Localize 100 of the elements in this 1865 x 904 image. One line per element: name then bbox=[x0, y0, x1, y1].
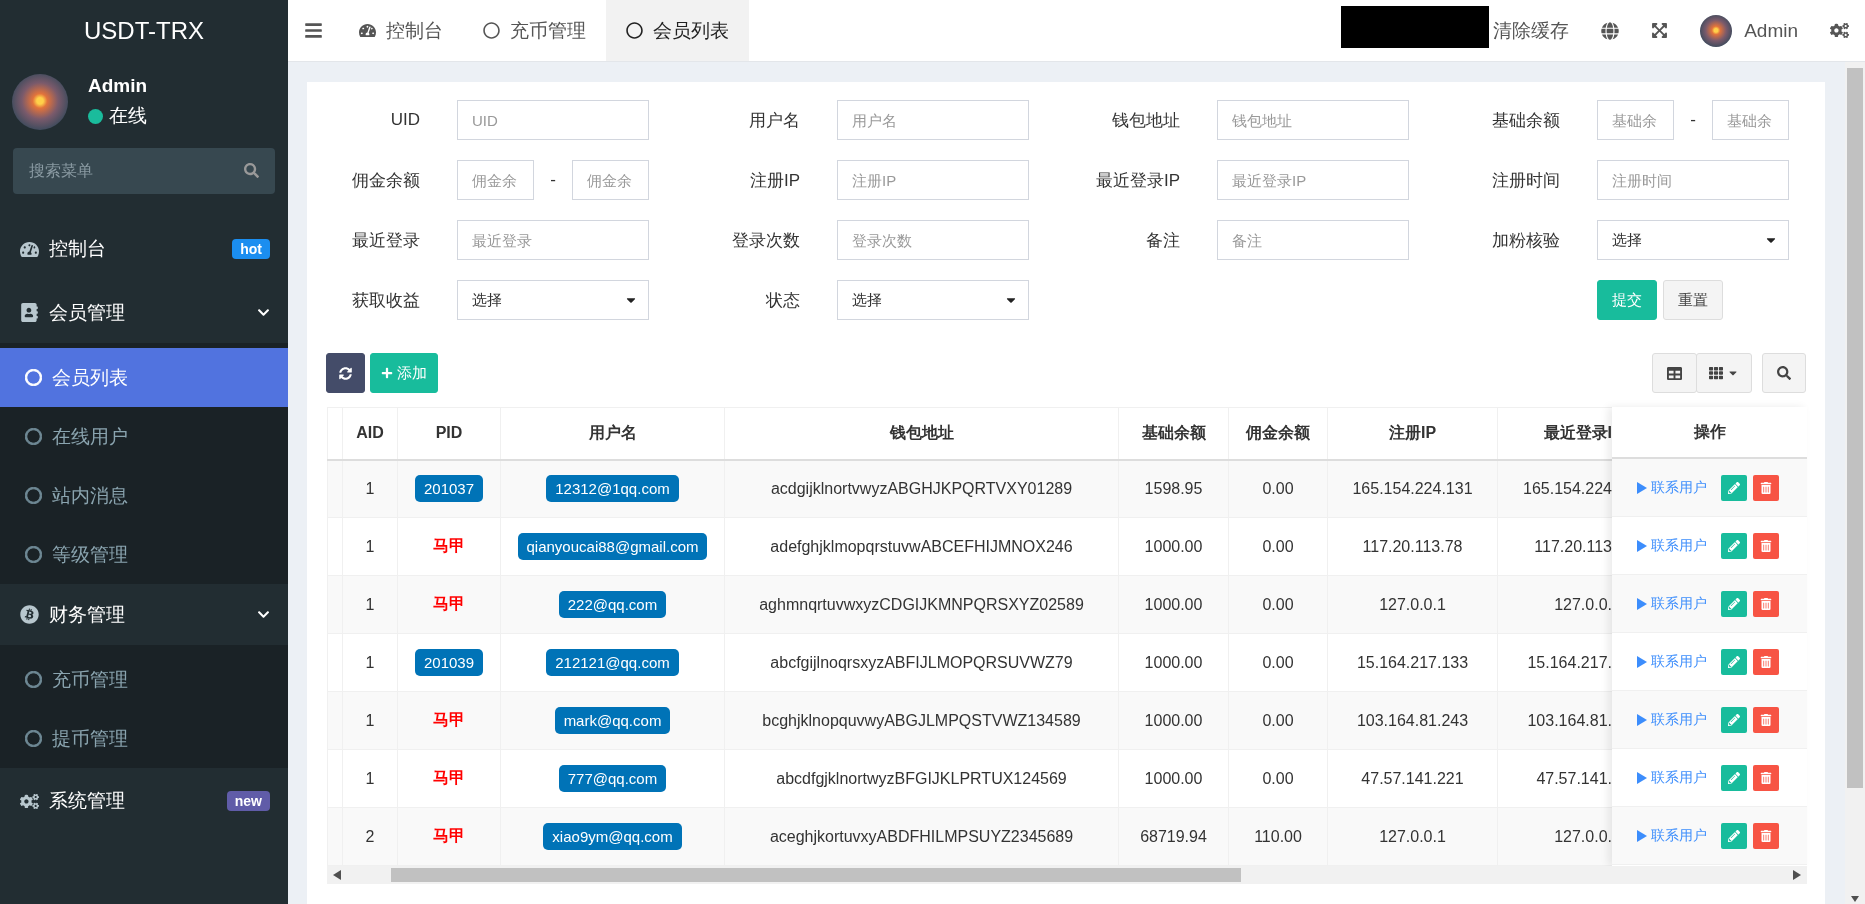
delete-icon bbox=[1760, 597, 1772, 610]
contact-user-link[interactable]: 联系用户 bbox=[1637, 652, 1707, 671]
edit-button[interactable] bbox=[1721, 764, 1747, 791]
username-badge: 12312@1qq.com bbox=[546, 475, 679, 503]
horizontal-scrollbar[interactable] bbox=[327, 866, 1807, 884]
username-badge: mark@qq.com bbox=[554, 707, 671, 734]
submenu-item[interactable]: 站内消息 bbox=[0, 466, 288, 525]
range-min-input[interactable]: 佣金余 bbox=[457, 160, 534, 200]
delete-button[interactable] bbox=[1753, 648, 1779, 675]
filter-input[interactable]: 用户名 bbox=[837, 100, 1029, 140]
menu-label: 控制台 bbox=[49, 237, 106, 261]
submenu-item[interactable]: 在线用户 bbox=[0, 407, 288, 466]
edit-icon bbox=[1728, 539, 1740, 552]
delete-button[interactable] bbox=[1753, 532, 1779, 559]
table-cell: 0.00 bbox=[1228, 517, 1328, 576]
reset-button[interactable]: 重置 bbox=[1663, 280, 1723, 320]
submenu-item[interactable]: 会员列表 bbox=[0, 348, 288, 407]
columns-button[interactable] bbox=[1696, 353, 1752, 393]
username-badge: 777@qq.com bbox=[558, 765, 667, 792]
filter-label: 备注 bbox=[1145, 229, 1180, 252]
play-icon bbox=[1637, 771, 1647, 784]
scroll-right-icon[interactable] bbox=[1793, 870, 1801, 880]
play-icon bbox=[1637, 481, 1647, 494]
menu-badge: new bbox=[226, 791, 270, 811]
vertical-scrollbar[interactable] bbox=[1845, 62, 1865, 904]
scroll-down-icon[interactable] bbox=[1851, 894, 1859, 904]
submenu-item[interactable]: 提币管理 bbox=[0, 709, 288, 768]
contact-user-link[interactable]: 联系用户 bbox=[1637, 478, 1707, 497]
plus-icon bbox=[381, 367, 393, 379]
filter-input[interactable]: 备注 bbox=[1217, 220, 1409, 260]
pid-tag: 马甲 bbox=[433, 537, 465, 554]
filter-input[interactable]: 注册时间 bbox=[1597, 160, 1789, 200]
filter-input[interactable]: 钱包地址 bbox=[1217, 100, 1409, 140]
delete-button[interactable] bbox=[1753, 590, 1779, 617]
search-icon bbox=[244, 163, 259, 178]
refresh-button[interactable] bbox=[326, 353, 365, 393]
edit-button[interactable] bbox=[1721, 532, 1747, 559]
pid-tag: 马甲 bbox=[433, 711, 465, 728]
filter-input[interactable]: UID bbox=[457, 100, 649, 140]
edit-button[interactable] bbox=[1721, 648, 1747, 675]
contact-user-link[interactable]: 联系用户 bbox=[1637, 768, 1707, 787]
pid-badge: 201039 bbox=[414, 649, 484, 676]
contact-user-link[interactable]: 联系用户 bbox=[1637, 710, 1707, 729]
range-min-input[interactable]: 基础余 bbox=[1597, 100, 1674, 140]
menu-search-field[interactable]: 搜索菜单 bbox=[13, 148, 275, 194]
table-cell: 1000.00 bbox=[1118, 633, 1229, 692]
filter-label: 用户名 bbox=[748, 109, 800, 132]
search-button[interactable] bbox=[1762, 353, 1806, 393]
scrollbar-thumb[interactable] bbox=[391, 868, 1241, 882]
page-tab[interactable]: 会员列表 bbox=[606, 0, 749, 61]
edit-icon bbox=[1728, 713, 1740, 726]
submenu-item[interactable]: 等级管理 bbox=[0, 525, 288, 584]
scroll-left-icon[interactable] bbox=[333, 870, 341, 880]
edit-button[interactable] bbox=[1721, 474, 1747, 501]
table-cell: 127.0.0.1 bbox=[1327, 807, 1498, 866]
edit-icon bbox=[1728, 481, 1740, 494]
filter-input[interactable]: 注册IP bbox=[837, 160, 1029, 200]
menu-item[interactable]: 系统管理 new bbox=[0, 768, 288, 834]
filter-input[interactable]: 最近登录IP bbox=[1217, 160, 1409, 200]
table-view-button[interactable] bbox=[1652, 353, 1697, 393]
edit-button[interactable] bbox=[1721, 822, 1747, 849]
table-cell: 1598.95 bbox=[1118, 459, 1229, 518]
clear-cache-link[interactable]: 清除缓存 bbox=[1489, 0, 1586, 61]
username-badge: qianyoucai88@gmail.com bbox=[517, 533, 708, 560]
user-menu[interactable]: Admin bbox=[1684, 0, 1814, 61]
delete-button[interactable] bbox=[1753, 474, 1779, 501]
scrollbar-thumb[interactable] bbox=[1847, 68, 1863, 788]
submenu-item[interactable]: 充币管理 bbox=[0, 650, 288, 709]
edit-button[interactable] bbox=[1721, 706, 1747, 733]
filter-label: 最近登录 bbox=[351, 229, 420, 252]
range-max-input[interactable]: 佣金余 bbox=[572, 160, 649, 200]
play-icon bbox=[1637, 829, 1647, 842]
delete-button[interactable] bbox=[1753, 706, 1779, 733]
filter-input[interactable]: 登录次数 bbox=[837, 220, 1029, 260]
menu-badge: hot bbox=[232, 239, 270, 259]
edit-button[interactable] bbox=[1721, 590, 1747, 617]
avatar-photo bbox=[1700, 14, 1733, 47]
edit-icon bbox=[1728, 829, 1740, 842]
select-dropdown[interactable]: 选择 bbox=[1597, 220, 1789, 260]
table-cell: 1000.00 bbox=[1118, 575, 1229, 634]
pid-tag: 马甲 bbox=[433, 769, 465, 786]
username-badge: 222@qq.com bbox=[558, 591, 667, 618]
delete-button[interactable] bbox=[1753, 764, 1779, 791]
contact-user-link[interactable]: 联系用户 bbox=[1637, 594, 1707, 613]
contact-user-link[interactable]: 联系用户 bbox=[1637, 826, 1707, 845]
filter-label: 状态 bbox=[765, 289, 800, 312]
select-dropdown[interactable]: 选择 bbox=[837, 280, 1029, 320]
table-icon bbox=[1667, 365, 1682, 381]
edit-icon bbox=[1728, 597, 1740, 610]
select-dropdown[interactable]: 选择 bbox=[457, 280, 649, 320]
table-cell: 1000.00 bbox=[1118, 749, 1229, 808]
play-icon bbox=[1637, 713, 1647, 726]
column-header: 用户名 bbox=[500, 407, 725, 460]
range-max-input[interactable]: 基础余 bbox=[1712, 100, 1789, 140]
delete-icon bbox=[1760, 771, 1772, 784]
filter-input[interactable]: 最近登录 bbox=[457, 220, 649, 260]
pid-badge: 201037 bbox=[414, 475, 484, 503]
contact-user-link[interactable]: 联系用户 bbox=[1637, 536, 1707, 555]
menu-item[interactable]: 控制台 hot bbox=[0, 216, 288, 282]
delete-button[interactable] bbox=[1753, 822, 1779, 849]
